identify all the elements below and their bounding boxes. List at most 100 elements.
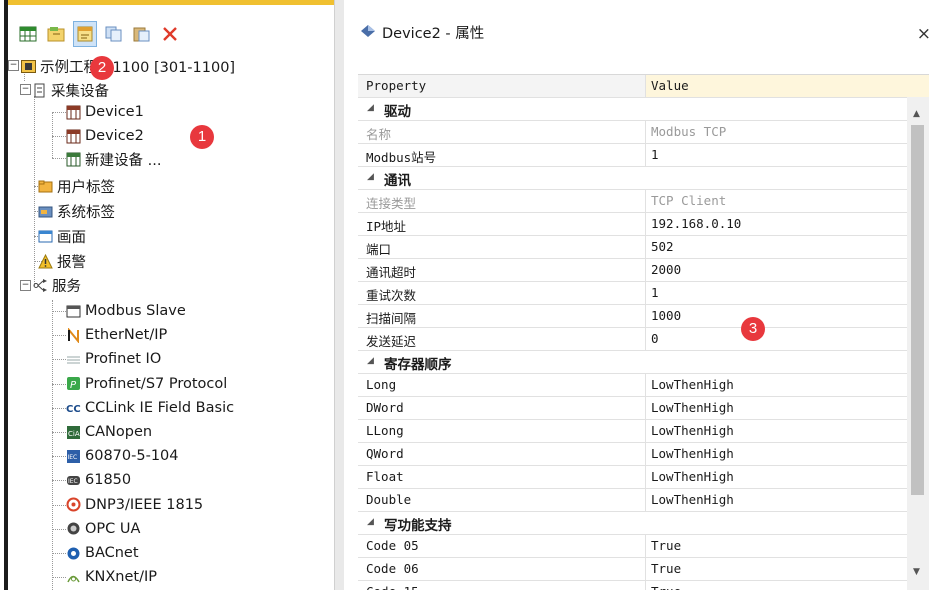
grid-category[interactable]: ◢ 寄存器顺序 <box>358 351 929 374</box>
delete-icon[interactable] <box>160 24 180 44</box>
property-value[interactable]: LowThenHigh <box>651 400 734 415</box>
grid-row[interactable]: Code 15 True <box>358 581 929 590</box>
tree-line <box>52 577 66 579</box>
tree-line <box>52 456 66 458</box>
property-value[interactable]: 1 <box>651 147 659 162</box>
column-separator[interactable] <box>645 75 646 97</box>
grid-row[interactable]: QWord LowThenHigh <box>358 443 929 466</box>
tree-item-service[interactable]: DNP3/IEEE 1815 <box>66 494 203 516</box>
collapse-triangle-icon[interactable]: ◢ <box>367 356 374 366</box>
paste-icon[interactable] <box>132 24 152 44</box>
grid-row[interactable]: 连接类型 TCP Client <box>358 190 929 213</box>
grid-row[interactable]: 重试次数 1 <box>358 282 929 305</box>
copy-icon[interactable] <box>104 24 124 44</box>
property-value[interactable]: True <box>651 561 681 576</box>
grid-row[interactable]: Code 06 True <box>358 558 929 581</box>
project-tree-panel: − 示例工程3-1100 [301-1100] − 采集设备 Device1 D… <box>0 0 334 590</box>
grid-row[interactable]: IP地址 192.168.0.10 <box>358 213 929 236</box>
property-value[interactable]: LowThenHigh <box>651 377 734 392</box>
grid-row[interactable]: 扫描间隔 1000 <box>358 305 929 328</box>
tree-line <box>34 96 35 286</box>
new-tag-icon[interactable] <box>46 24 66 44</box>
tree-line <box>52 407 66 409</box>
grid-category[interactable]: ◢ 通讯 <box>358 167 929 190</box>
property-value: Modbus TCP <box>651 124 727 139</box>
tree-item-acquisition[interactable]: 采集设备 <box>32 79 109 101</box>
grid-category[interactable]: ◢ 驱动 <box>358 98 929 121</box>
property-value[interactable]: 2000 <box>651 262 681 277</box>
tree-root[interactable]: 示例工程3-1100 [301-1100] <box>21 55 235 77</box>
tree-item-service[interactable]: BACnet <box>66 542 139 564</box>
tree-item-new-device[interactable]: 新建设备 ... <box>66 148 161 170</box>
properties-icon[interactable] <box>73 21 97 47</box>
tree-item-service[interactable]: IEC 61850 <box>66 469 131 491</box>
property-value[interactable]: LowThenHigh <box>651 423 734 438</box>
grid-row[interactable]: 端口 502 <box>358 236 929 259</box>
property-value[interactable]: LowThenHigh <box>651 469 734 484</box>
grid-icon[interactable] <box>18 24 38 44</box>
grid-category[interactable]: ◢ 写功能支持 <box>358 512 929 535</box>
property-value[interactable]: LowThenHigh <box>651 492 734 507</box>
collapse-triangle-icon[interactable]: ◢ <box>367 172 374 182</box>
grid-row[interactable]: Modbus站号 1 <box>358 144 929 167</box>
tree-item-service[interactable]: Modbus Slave <box>66 300 186 322</box>
column-separator <box>645 305 646 327</box>
column-separator <box>645 443 646 465</box>
vertical-scrollbar[interactable]: ▲ ▼ <box>907 97 929 590</box>
property-value[interactable]: 0 <box>651 331 659 346</box>
property-value[interactable]: True <box>651 584 681 590</box>
collapse-toggle[interactable]: − <box>20 280 31 291</box>
tree-item-service[interactable]: KNXnet/IP <box>66 566 157 588</box>
iec104-icon: IEC <box>66 449 81 464</box>
tree-item-alarms[interactable]: 报警 <box>38 250 86 272</box>
tree-item-service[interactable]: IEC 60870-5-104 <box>66 445 179 467</box>
tree-item-device2[interactable]: Device2 <box>66 125 144 147</box>
tree-item-service[interactable]: EtherNet/IP <box>66 324 167 346</box>
property-value[interactable]: True <box>651 538 681 553</box>
tree-item-services[interactable]: 服务 <box>33 274 81 296</box>
tree-line <box>52 432 66 433</box>
collapse-triangle-icon[interactable]: ◢ <box>367 103 374 113</box>
scrollbar-thumb[interactable] <box>911 125 924 495</box>
grid-row[interactable]: Double LowThenHigh <box>358 489 929 512</box>
tree-item-device1[interactable]: Device1 <box>66 101 144 123</box>
tree-line <box>52 480 66 482</box>
close-icon[interactable]: × <box>917 24 929 44</box>
grid-row[interactable]: 通讯超时 2000 <box>358 259 929 282</box>
tree-item-user-tags[interactable]: 用户标签 <box>38 175 115 197</box>
tree-item-service[interactable]: CiA CANopen <box>66 421 152 443</box>
property-name: 连接类型 <box>366 196 417 211</box>
property-value[interactable]: LowThenHigh <box>651 446 734 461</box>
property-name: 名称 <box>366 127 392 142</box>
tree-line <box>52 528 66 530</box>
tree-line <box>52 112 66 113</box>
grid-row[interactable]: 发送延迟 0 <box>358 328 929 351</box>
annotation-badge-1: 1 <box>190 125 214 149</box>
grid-row[interactable]: LLong LowThenHigh <box>358 420 929 443</box>
property-name: Long <box>366 377 397 392</box>
property-name: Code 05 <box>366 538 419 553</box>
grid-row[interactable]: Float LowThenHigh <box>358 466 929 489</box>
property-value[interactable]: 1000 <box>651 308 681 323</box>
tree-item-service[interactable]: Profinet IO <box>66 348 161 370</box>
tree-item-service[interactable]: P Profinet/S7 Protocol <box>66 373 227 395</box>
property-value[interactable]: 192.168.0.10 <box>651 216 741 231</box>
tree-item-system-tags[interactable]: 系统标签 <box>38 200 115 222</box>
property-name: Double <box>366 492 412 507</box>
scroll-down-icon[interactable]: ▼ <box>913 567 920 577</box>
scroll-up-icon[interactable]: ▲ <box>913 109 920 119</box>
services-icon <box>33 278 48 293</box>
property-value[interactable]: 1 <box>651 285 659 300</box>
tree-item-screens[interactable]: 画面 <box>38 225 86 247</box>
grid-row[interactable]: DWord LowThenHigh <box>358 397 929 420</box>
grid-row[interactable]: 名称 Modbus TCP <box>358 121 929 144</box>
grid-row[interactable]: Code 05 True <box>358 535 929 558</box>
property-value[interactable]: 502 <box>651 239 674 254</box>
collapse-triangle-icon[interactable]: ◢ <box>367 517 374 527</box>
tree-item-service[interactable]: CC CCLink IE Field Basic <box>66 397 234 419</box>
collapse-toggle[interactable]: − <box>8 60 19 71</box>
properties-title: Device2 - 属性 <box>382 25 485 42</box>
collapse-toggle[interactable]: − <box>20 84 31 95</box>
grid-row[interactable]: Long LowThenHigh <box>358 374 929 397</box>
tree-item-service[interactable]: OPC UA <box>66 518 140 540</box>
